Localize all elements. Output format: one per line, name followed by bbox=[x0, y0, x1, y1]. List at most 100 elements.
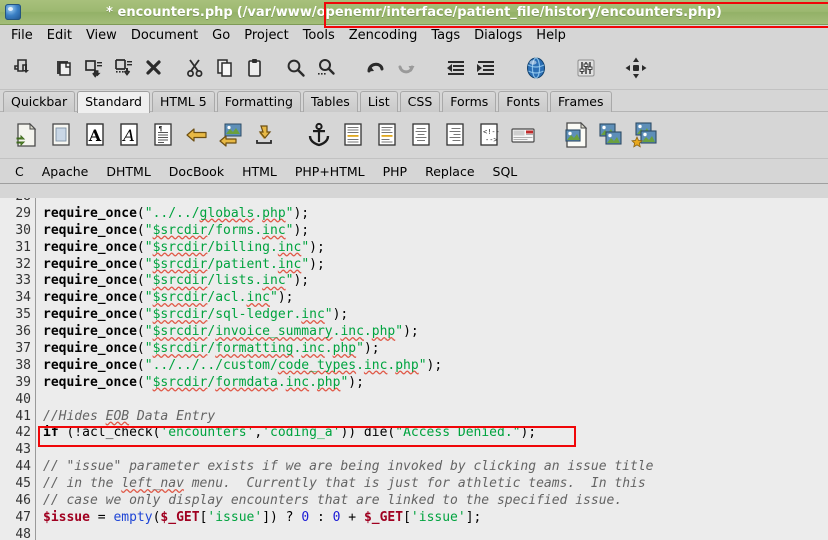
fullscreen-icon[interactable] bbox=[621, 53, 651, 83]
linebreak-icon[interactable] bbox=[180, 118, 214, 152]
paragraph-icon[interactable]: ¶ bbox=[146, 118, 180, 152]
thumbnail-star-icon[interactable] bbox=[628, 118, 662, 152]
code-line[interactable]: require_once("$srcdir/forms.inc"); bbox=[43, 223, 828, 240]
code-line[interactable]: require_once("../../../custom/code_types… bbox=[43, 358, 828, 375]
tab-standard[interactable]: Standard bbox=[77, 91, 150, 113]
align-center-icon[interactable] bbox=[404, 118, 438, 152]
body-doc-icon[interactable] bbox=[44, 118, 78, 152]
copy-icon[interactable] bbox=[210, 53, 240, 83]
code-line[interactable]: require_once("$srcdir/patient.inc"); bbox=[43, 257, 828, 274]
svg-text:-->: --> bbox=[485, 136, 498, 144]
tab-frames[interactable]: Frames bbox=[550, 91, 612, 112]
code-line[interactable]: $issue = empty($_GET['issue']) ? 0 : 0 +… bbox=[43, 510, 828, 527]
new-file-icon[interactable] bbox=[8, 53, 38, 83]
code-line[interactable] bbox=[43, 527, 828, 540]
code-text-area[interactable]: require_once("../../globals.php"); requir… bbox=[36, 198, 828, 540]
find-replace-icon[interactable] bbox=[311, 53, 341, 83]
line-number: 32 bbox=[15, 256, 31, 272]
lang-item-apache[interactable]: Apache bbox=[33, 164, 98, 179]
menu-item-go[interactable]: Go bbox=[205, 26, 237, 46]
anchor-icon[interactable] bbox=[302, 118, 336, 152]
tab-fonts[interactable]: Fonts bbox=[498, 91, 549, 112]
tab-forms[interactable]: Forms bbox=[442, 91, 497, 112]
menu-bar: File Edit View Document Go Project Tools… bbox=[0, 25, 828, 47]
code-line[interactable] bbox=[43, 198, 828, 206]
undo-icon[interactable] bbox=[361, 53, 391, 83]
line-number: 28 bbox=[0, 198, 31, 206]
menu-item-tools[interactable]: Tools bbox=[296, 26, 342, 46]
menu-item-document[interactable]: Document bbox=[124, 26, 205, 46]
code-editor[interactable]: 2829303132333435363738394041424344454647… bbox=[0, 198, 828, 540]
code-line[interactable]: // case we only display encounters that … bbox=[43, 493, 828, 510]
lang-item-php[interactable]: PHP bbox=[374, 164, 416, 179]
tab-quickbar[interactable]: Quickbar bbox=[3, 91, 76, 112]
svg-text:<!--: <!-- bbox=[483, 128, 500, 136]
menu-item-dialogs[interactable]: Dialogs bbox=[467, 26, 529, 46]
code-line[interactable]: require_once("$srcdir/formatting.inc.php… bbox=[43, 341, 828, 358]
save-file-icon[interactable] bbox=[79, 53, 109, 83]
align-right-icon[interactable] bbox=[438, 118, 472, 152]
code-line[interactable]: require_once("$srcdir/formdata.inc.php")… bbox=[43, 375, 828, 392]
code-line[interactable]: require_once("$srcdir/acl.inc"); bbox=[43, 290, 828, 307]
menu-item-tags[interactable]: Tags bbox=[424, 26, 467, 46]
quickstart-doc-icon[interactable] bbox=[10, 118, 44, 152]
lang-item-dhtml[interactable]: DHTML bbox=[97, 164, 159, 179]
lang-item-c[interactable]: C bbox=[6, 164, 33, 179]
lang-item-docbook[interactable]: DocBook bbox=[160, 164, 233, 179]
italic-icon[interactable]: A bbox=[112, 118, 146, 152]
code-line[interactable]: //Hides EOB Data Entry bbox=[43, 409, 828, 426]
code-line[interactable] bbox=[43, 392, 828, 409]
close-file-icon[interactable] bbox=[139, 53, 169, 83]
toolbar-separator bbox=[601, 53, 621, 83]
code-line[interactable] bbox=[43, 442, 828, 459]
menu-item-file[interactable]: File bbox=[4, 26, 40, 46]
tab-html-5[interactable]: HTML 5 bbox=[151, 91, 215, 112]
save-as-file-icon[interactable] bbox=[109, 53, 139, 83]
browser-preview-icon[interactable] bbox=[521, 53, 551, 83]
indent-icon[interactable] bbox=[471, 53, 501, 83]
lang-item-sql[interactable]: SQL bbox=[484, 164, 527, 179]
line-number: 33 bbox=[15, 273, 31, 289]
code-line[interactable]: require_once("$srcdir/sql-ledger.inc"); bbox=[43, 307, 828, 324]
bold-icon[interactable]: A bbox=[78, 118, 112, 152]
code-line[interactable]: require_once("$srcdir/invoice_summary.in… bbox=[43, 324, 828, 341]
tab-css[interactable]: CSS bbox=[399, 91, 441, 112]
break-clear-icon[interactable] bbox=[214, 118, 248, 152]
insert-image-icon[interactable] bbox=[560, 118, 594, 152]
nonbreaking-space-icon[interactable] bbox=[248, 118, 282, 152]
open-file-icon[interactable] bbox=[49, 53, 79, 83]
menu-item-help[interactable]: Help bbox=[529, 26, 573, 46]
code-line[interactable]: require_once("$srcdir/billing.inc"); bbox=[43, 240, 828, 257]
tab-list[interactable]: List bbox=[359, 91, 398, 112]
align-left-icon[interactable] bbox=[370, 118, 404, 152]
svg-text:¶: ¶ bbox=[159, 126, 163, 133]
menu-item-edit[interactable]: Edit bbox=[40, 26, 79, 46]
multi-thumbnail-icon[interactable] bbox=[594, 118, 628, 152]
preferences-icon[interactable] bbox=[571, 53, 601, 83]
html-toolbar: A A ¶ <!-- --> bbox=[0, 112, 828, 159]
lang-item-php-html[interactable]: PHP+HTML bbox=[286, 164, 374, 179]
code-line[interactable]: // "issue" parameter exists if we are be… bbox=[43, 459, 828, 476]
menu-item-zencoding[interactable]: Zencoding bbox=[342, 26, 425, 46]
menu-item-project[interactable]: Project bbox=[237, 26, 295, 46]
toolbar-tab-strip: Quickbar Standard HTML 5 Formatting Tabl… bbox=[0, 90, 828, 113]
comment-icon[interactable]: <!-- --> bbox=[472, 118, 506, 152]
email-icon[interactable] bbox=[506, 118, 540, 152]
redo-icon[interactable] bbox=[391, 53, 421, 83]
unindent-icon[interactable] bbox=[441, 53, 471, 83]
code-line[interactable]: if (!acl_check('encounters','coding_a'))… bbox=[43, 425, 828, 442]
code-line[interactable]: // in the left_nav menu. Currently that … bbox=[43, 476, 828, 493]
paste-icon[interactable] bbox=[240, 53, 270, 83]
lang-item-html[interactable]: HTML bbox=[233, 164, 286, 179]
cut-icon[interactable] bbox=[180, 53, 210, 83]
find-icon[interactable] bbox=[281, 53, 311, 83]
title-bar: * encounters.php (/var/www/openemr/inter… bbox=[0, 0, 828, 25]
code-line[interactable]: require_once("../../globals.php"); bbox=[43, 206, 828, 223]
rule-icon[interactable] bbox=[336, 118, 370, 152]
lang-item-replace[interactable]: Replace bbox=[416, 164, 483, 179]
menu-item-view[interactable]: View bbox=[79, 26, 124, 46]
tab-formatting[interactable]: Formatting bbox=[216, 91, 301, 112]
code-line[interactable]: require_once("$srcdir/lists.inc"); bbox=[43, 273, 828, 290]
tab-tables[interactable]: Tables bbox=[302, 91, 358, 112]
line-number: 41 bbox=[15, 408, 31, 424]
